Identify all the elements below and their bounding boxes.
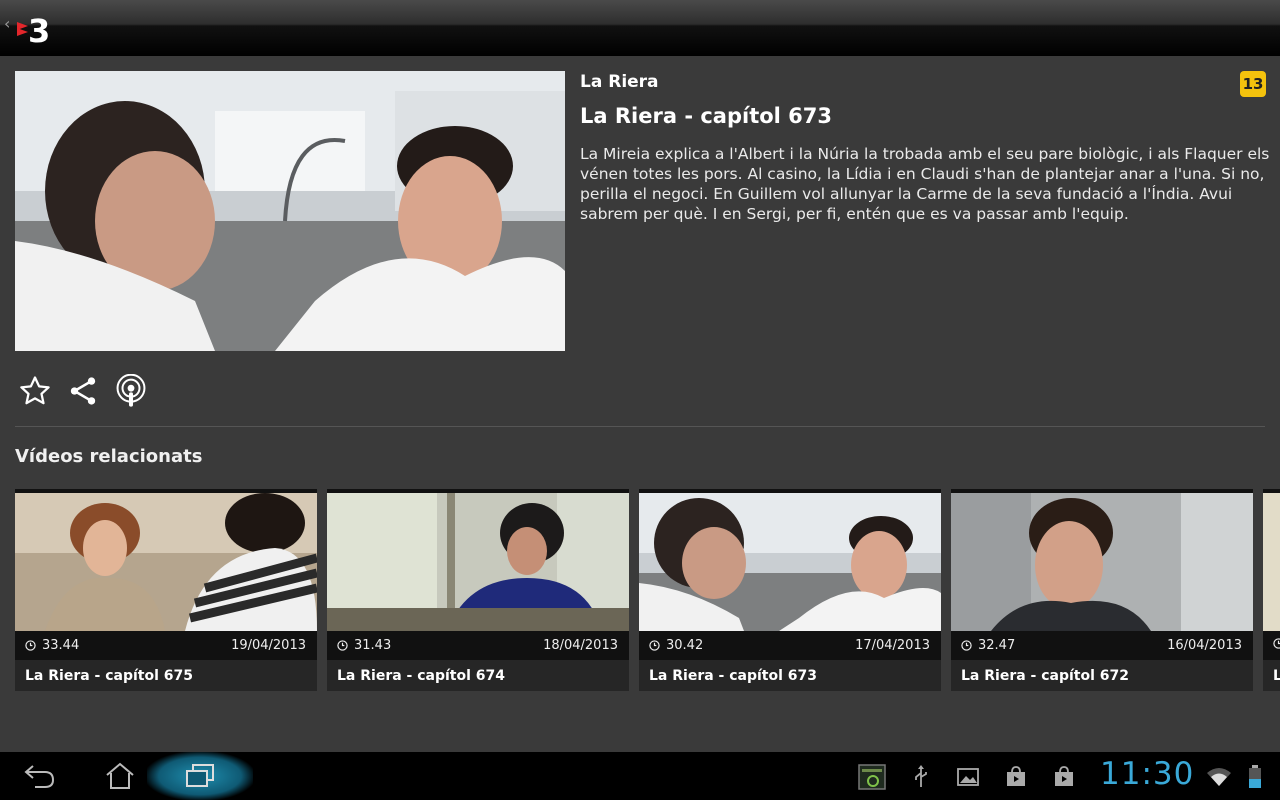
related-video-card[interactable]: 32.47 16/04/2013 La Riera - capítol 672: [951, 489, 1253, 691]
back-chevron-icon[interactable]: ‹: [4, 14, 10, 33]
duration: 33.44: [25, 638, 79, 653]
svg-text:3: 3: [28, 12, 50, 46]
video-thumbnail: [639, 493, 941, 631]
date-text: 17/04/2013: [855, 638, 930, 653]
duration: [1273, 638, 1280, 649]
video-title: La Riera - capítol 672: [961, 668, 1129, 684]
clock-icon: [961, 640, 972, 651]
related-video-card[interactable]: L: [1263, 489, 1280, 691]
duration: 32.47: [961, 638, 1015, 653]
usb-icon[interactable]: [908, 764, 934, 790]
date-text: 18/04/2013: [543, 638, 618, 653]
duration: 30.42: [649, 638, 703, 653]
video-title: La Riera - capítol 674: [337, 668, 505, 684]
video-title: L: [1273, 668, 1280, 684]
duration-text: 32.47: [978, 638, 1016, 653]
clock-icon: [25, 640, 36, 651]
back-arrow-icon: [24, 765, 55, 788]
screenshot-notification-icon[interactable]: [858, 764, 886, 790]
clock-icon: [1273, 638, 1280, 649]
age-rating-badge: 13: [1240, 71, 1266, 97]
episode-title: La Riera - capítol 673: [580, 104, 832, 128]
episode-description: La Mireia explica a l'Albert i la Núria …: [580, 145, 1270, 223]
gallery-icon[interactable]: [955, 764, 981, 790]
battery-icon[interactable]: [1244, 764, 1266, 790]
clock-icon: [649, 640, 660, 651]
back-button[interactable]: [16, 758, 64, 794]
divider: [15, 426, 1265, 427]
duration-text: 33.44: [42, 638, 80, 653]
date-text: 16/04/2013: [1167, 638, 1242, 653]
recent-apps-icon: [186, 764, 214, 787]
related-video-card[interactable]: 30.42 17/04/2013 La Riera - capítol 673: [639, 489, 941, 691]
video-title: La Riera - capítol 675: [25, 668, 193, 684]
duration-text: 30.42: [666, 638, 704, 653]
clock-icon: [337, 640, 348, 651]
market-update-icon[interactable]: [1051, 764, 1077, 790]
video-meta: 32.47 16/04/2013: [951, 631, 1253, 660]
episode-actions: [16, 372, 150, 412]
video-meta: 31.43 18/04/2013: [327, 631, 629, 660]
series-name[interactable]: La Riera: [580, 72, 659, 92]
related-videos-list: 33.44 19/04/2013 La Riera - capítol 675 …: [15, 489, 1280, 691]
date-text: 19/04/2013: [231, 638, 306, 653]
duration: 31.43: [337, 638, 391, 653]
podcast-icon[interactable]: [112, 372, 150, 410]
wifi-icon[interactable]: [1206, 764, 1232, 790]
recent-apps-button[interactable]: [176, 758, 224, 794]
related-videos-heading: Vídeos relacionats: [15, 446, 203, 467]
action-bar: ‹ 3: [0, 0, 1280, 56]
video-thumbnail: [1263, 493, 1280, 631]
related-video-card[interactable]: 31.43 18/04/2013 La Riera - capítol 674: [327, 489, 629, 691]
episode-thumbnail[interactable]: [15, 71, 565, 351]
home-icon: [106, 762, 134, 789]
video-meta: 30.42 17/04/2013: [639, 631, 941, 660]
related-video-card[interactable]: 33.44 19/04/2013 La Riera - capítol 675: [15, 489, 317, 691]
duration-text: 31.43: [354, 638, 392, 653]
tv3-logo[interactable]: 3: [14, 10, 54, 50]
video-thumbnail: [15, 493, 317, 631]
status-clock[interactable]: 11:30: [1100, 756, 1194, 792]
video-meta: 33.44 19/04/2013: [15, 631, 317, 660]
home-button[interactable]: [96, 758, 144, 794]
share-icon[interactable]: [64, 372, 102, 410]
system-navigation-bar: [0, 752, 1280, 800]
video-meta: [1263, 631, 1280, 660]
video-title: La Riera - capítol 673: [649, 668, 817, 684]
video-thumbnail: [327, 493, 629, 631]
market-icon[interactable]: [1003, 764, 1029, 790]
video-thumbnail: [951, 493, 1253, 631]
star-icon[interactable]: [16, 372, 54, 410]
